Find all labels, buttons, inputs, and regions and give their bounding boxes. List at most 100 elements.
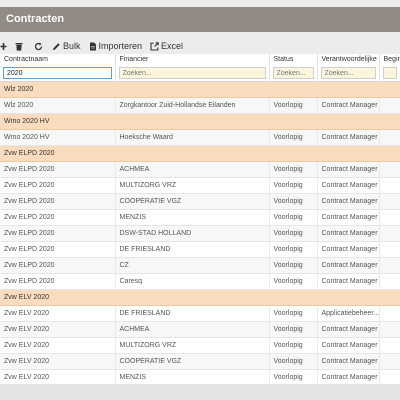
- cell-financier: CZ: [115, 257, 270, 274]
- excel-label: Excel: [161, 41, 184, 51]
- table-row[interactable]: Zvw ELV 2020 COOPERATIE VGZ Voorlopig Co…: [0, 353, 400, 370]
- cell-begindatum: [379, 353, 400, 370]
- group-row[interactable]: Wlz 2020: [0, 81, 400, 98]
- add-icon: [0, 42, 7, 50]
- cell-financier: DE FRIESLAND: [115, 305, 270, 322]
- filter-cell: [317, 65, 380, 82]
- group-label: Wlz 2020: [0, 81, 400, 98]
- filter-cell: [0, 65, 116, 82]
- cell-begindatum: [379, 321, 400, 338]
- financier-filter-input[interactable]: [118, 67, 266, 79]
- cell-verantwoordelijke: Contract Manager: [317, 337, 380, 354]
- horizontal-scrollbar[interactable]: [0, 384, 400, 400]
- cell-begindatum: [379, 129, 400, 146]
- cell-verantwoordelijke: Contract Manager: [317, 97, 380, 114]
- header-row: Contractnaam Financier Status Verantwoor…: [0, 54, 400, 65]
- cell-begindatum: [379, 161, 400, 178]
- begindatum-filter-input[interactable]: [382, 67, 397, 79]
- cell-status: Voorlopig: [269, 305, 318, 322]
- cell-begindatum: [379, 305, 400, 322]
- cell-verantwoordelijke: Contract Manager: [317, 225, 380, 242]
- table-row[interactable]: Zvw ELPD 2020 CZ Voorlopig Contract Mana…: [0, 257, 400, 274]
- table-row[interactable]: Zvw ELPD 2020 MULTIZORG VRZ Voorlopig Co…: [0, 177, 400, 194]
- table-row[interactable]: Zvw ELPD 2020 DSW-STAD HOLLAND Voorlopig…: [0, 225, 400, 242]
- cell-status: Voorlopig: [269, 193, 318, 210]
- cell-begindatum: [379, 177, 400, 194]
- table-row[interactable]: Zvw ELPD 2020 Caresq Voorlopig Contract …: [0, 273, 400, 290]
- import-label: Importeren: [98, 41, 143, 51]
- cell-begindatum: [379, 209, 400, 226]
- cell-status: Voorlopig: [269, 161, 318, 178]
- contractnaam-filter-input[interactable]: [3, 67, 112, 79]
- cell-contractnaam: Zvw ELV 2020: [0, 337, 116, 354]
- group-label: Zvw ELV 2020: [0, 289, 400, 306]
- table-row[interactable]: Zvw ELPD 2020 DE FRIESLAND Voorlopig Con…: [0, 241, 400, 258]
- column-header-financier[interactable]: Financier: [115, 54, 270, 65]
- column-header-status[interactable]: Status: [269, 54, 318, 65]
- table-row[interactable]: Wlz 2020 Zorgkantoor Zuid-Hollandse Eila…: [0, 97, 400, 114]
- cell-verantwoordelijke: Contract Manager: [317, 193, 380, 210]
- bulk-button[interactable]: Bulk: [52, 41, 81, 51]
- add-button[interactable]: [0, 42, 9, 51]
- cell-verantwoordelijke: Contract Manager: [317, 273, 380, 290]
- table-row[interactable]: Zvw ELPD 2020 COOPERATIE VGZ Voorlopig C…: [0, 193, 400, 210]
- cell-financier: COOPERATIE VGZ: [115, 193, 270, 210]
- cell-contractnaam: Zvw ELV 2020: [0, 305, 116, 322]
- table-row[interactable]: Zvw ELV 2020 MULTIZORG VRZ Voorlopig Con…: [0, 337, 400, 354]
- cell-contractnaam: Zvw ELPD 2020: [0, 209, 116, 226]
- cell-financier: DSW-STAD HOLLAND: [115, 225, 270, 242]
- status-filter-input[interactable]: [272, 67, 314, 79]
- pencil-icon: [53, 42, 60, 50]
- group-row[interactable]: Zvw ELV 2020: [0, 289, 400, 306]
- table-row[interactable]: Zvw ELPD 2020 ACHMEA Voorlopig Contract …: [0, 161, 400, 178]
- verantwoordelijke-filter-input[interactable]: [320, 67, 376, 79]
- cell-begindatum: [379, 97, 400, 114]
- cell-financier: ACHMEA: [115, 321, 270, 338]
- group-row[interactable]: Zvw ELPD 2020: [0, 145, 400, 162]
- cell-financier: MULTIZORG VRZ: [115, 337, 270, 354]
- cell-contractnaam: Wlz 2020: [0, 97, 116, 114]
- cell-status: Voorlopig: [269, 97, 318, 114]
- cell-begindatum: [379, 369, 400, 384]
- table-row[interactable]: Zvw ELV 2020 MENZIS Voorlopig Contract M…: [0, 369, 400, 384]
- table-row[interactable]: Zvw ELV 2020 DE FRIESLAND Voorlopig Appl…: [0, 305, 400, 322]
- cell-contractnaam: Zvw ELV 2020: [0, 369, 116, 384]
- cell-verantwoordelijke: Contract Manager: [317, 257, 380, 274]
- bulk-label: Bulk: [63, 41, 81, 51]
- group-label: Wmo 2020 HV: [0, 113, 400, 130]
- table-row[interactable]: Zvw ELPD 2020 MENZIS Voorlopig Contract …: [0, 209, 400, 226]
- cell-begindatum: [379, 337, 400, 354]
- cell-status: Voorlopig: [269, 209, 318, 226]
- cell-status: Voorlopig: [269, 273, 318, 290]
- delete-button[interactable]: [15, 42, 25, 51]
- cell-contractnaam: Zvw ELPD 2020: [0, 257, 116, 274]
- table-row[interactable]: Wmo 2020 HV Hoeksche Waard Voorlopig Con…: [0, 129, 400, 146]
- cell-verantwoordelijke: Contract Manager: [317, 209, 380, 226]
- excel-export-button[interactable]: Excel: [150, 41, 183, 51]
- table-row[interactable]: Zvw ELV 2020 ACHMEA Voorlopig Contract M…: [0, 321, 400, 338]
- refresh-button[interactable]: [34, 42, 45, 51]
- cell-financier: Hoeksche Waard: [115, 129, 270, 146]
- group-row[interactable]: Wmo 2020 HV: [0, 113, 400, 130]
- cell-contractnaam: Zvw ELPD 2020: [0, 225, 116, 242]
- cell-status: Voorlopig: [269, 241, 318, 258]
- cell-status: Voorlopig: [269, 177, 318, 194]
- window-title: Contracten: [6, 13, 65, 25]
- cell-financier: MULTIZORG VRZ: [115, 177, 270, 194]
- column-header-contractnaam[interactable]: Contractnaam: [0, 54, 116, 65]
- column-header-verantwoordelijke[interactable]: Verantwoordelijke: [317, 54, 380, 65]
- cell-contractnaam: Zvw ELPD 2020: [0, 193, 116, 210]
- cell-verantwoordelijke: Contract Manager: [317, 161, 380, 178]
- cell-financier: Caresq: [115, 273, 270, 290]
- cell-status: Voorlopig: [269, 225, 318, 242]
- cell-verantwoordelijke: Contract Manager: [317, 241, 380, 258]
- cell-begindatum: [379, 193, 400, 210]
- cell-contractnaam: Zvw ELPD 2020: [0, 177, 116, 194]
- cell-contractnaam: Zvw ELPD 2020: [0, 273, 116, 290]
- column-header-begindatum[interactable]: Beginda: [379, 54, 400, 65]
- cell-financier: COOPERATIE VGZ: [115, 353, 270, 370]
- cell-contractnaam: Wmo 2020 HV: [0, 129, 116, 146]
- cell-verantwoordelijke: Contract Manager: [317, 321, 380, 338]
- cell-contractnaam: Zvw ELPD 2020: [0, 161, 116, 178]
- import-button[interactable]: Importeren: [89, 41, 143, 51]
